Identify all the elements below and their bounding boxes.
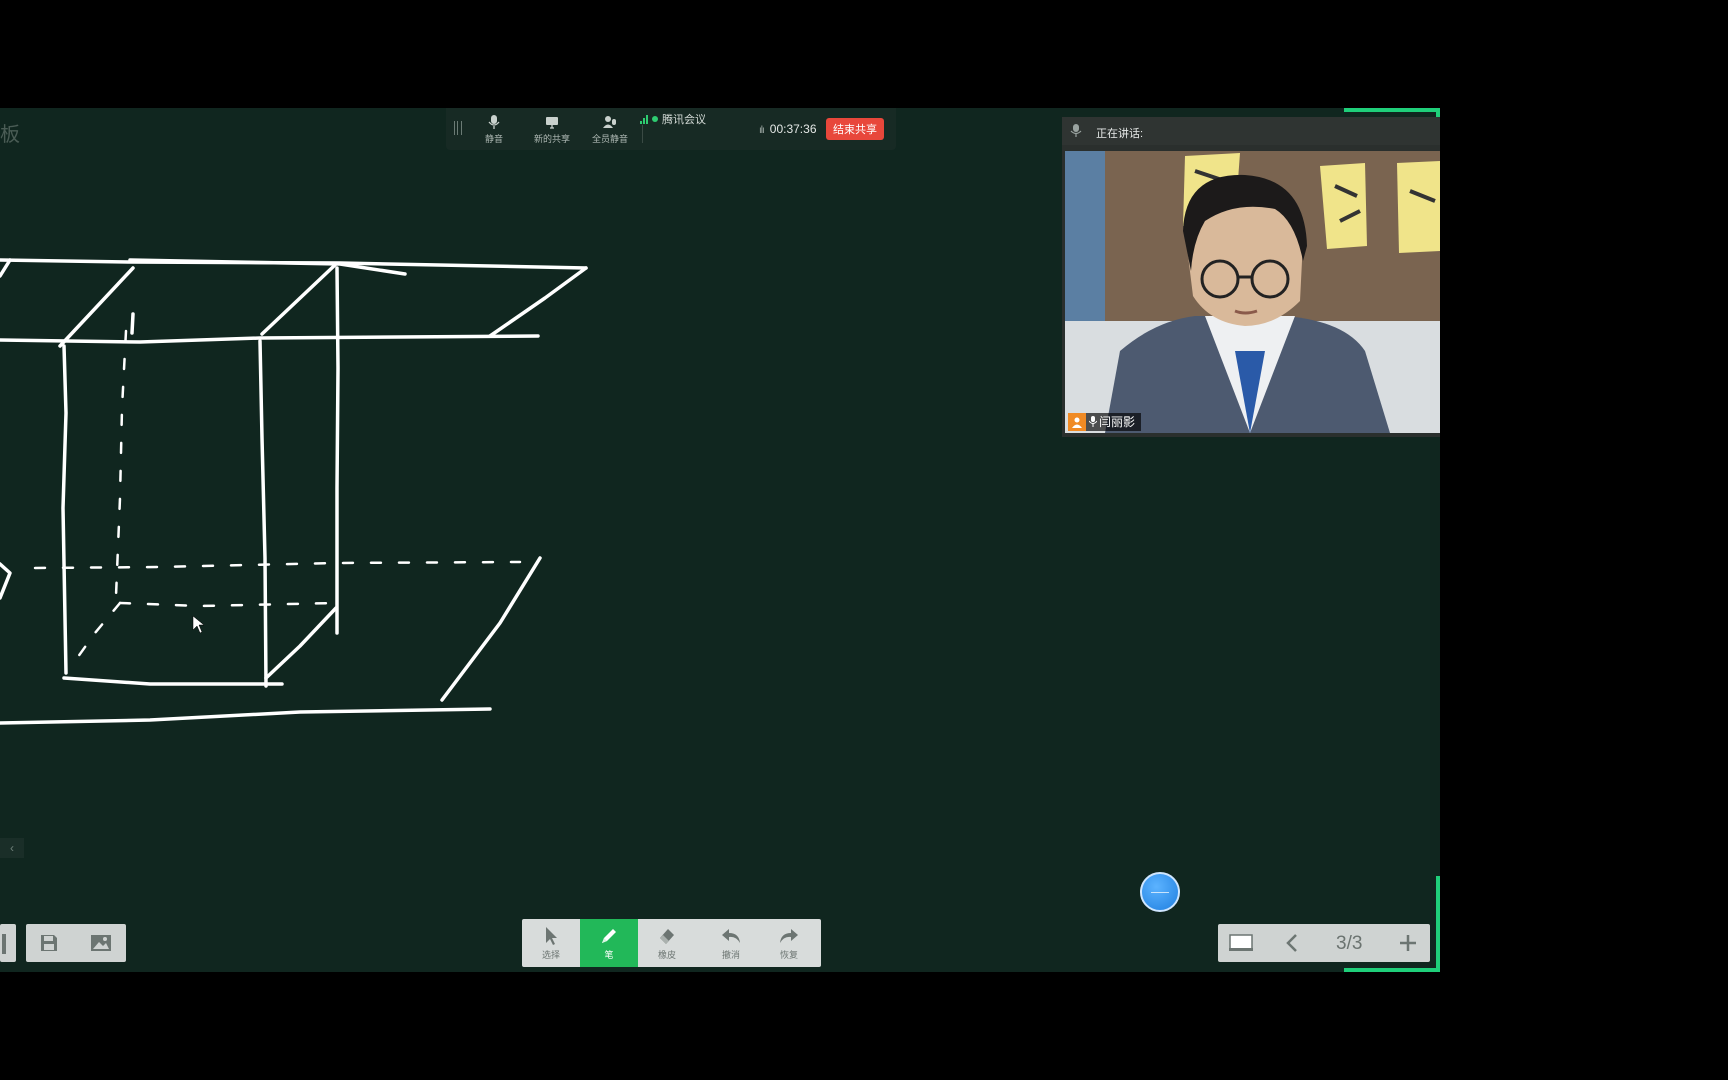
tool-redo[interactable]: 恢复 bbox=[760, 919, 818, 967]
tool-select[interactable]: 选择 bbox=[522, 919, 580, 967]
previous-page-button[interactable] bbox=[1272, 924, 1312, 962]
participant-name-tag: 闫丽影 bbox=[1068, 413, 1142, 431]
whiteboard-thumbnail-icon bbox=[1229, 934, 1253, 951]
mute-all-icon bbox=[603, 116, 616, 128]
timer-value: 00:37:36 bbox=[769, 122, 817, 136]
participant-name: 闫丽影 bbox=[1099, 415, 1136, 429]
floating-assistant-ball[interactable] bbox=[1140, 872, 1180, 912]
tool-undo[interactable]: 撤消 bbox=[702, 919, 760, 967]
mute-button[interactable]: 静音 bbox=[464, 114, 524, 145]
redo-icon bbox=[780, 929, 798, 943]
signal-icon bbox=[640, 115, 648, 124]
tool-redo-label: 恢复 bbox=[779, 950, 798, 960]
end-share-button[interactable]: 结束共享 bbox=[826, 118, 884, 140]
mute-all-label: 全员静音 bbox=[591, 134, 628, 144]
tool-pen[interactable]: 笔 bbox=[580, 919, 638, 967]
mute-all-button[interactable]: 全员静音 bbox=[580, 114, 640, 145]
plus-icon bbox=[1400, 935, 1416, 951]
menu-icon bbox=[2, 934, 6, 954]
tool-undo-label: 撤消 bbox=[721, 950, 740, 960]
status-dot-icon bbox=[652, 116, 658, 122]
page-indicator: 3/3 bbox=[1336, 933, 1363, 954]
speaking-bar: 正在讲话: bbox=[1062, 117, 1440, 145]
drawing-toolbar: 选择 笔 橡皮 撤消 恢复 bbox=[522, 919, 821, 967]
image-icon bbox=[91, 935, 111, 951]
share-border-accent bbox=[1344, 968, 1440, 972]
meeting-timer: ılı 00:37:36 bbox=[759, 122, 817, 136]
mute-label: 静音 bbox=[484, 134, 503, 144]
undo-icon bbox=[722, 929, 740, 943]
new-share-button[interactable]: 新的共享 bbox=[522, 114, 582, 145]
save-icon bbox=[41, 935, 57, 951]
new-share-label: 新的共享 bbox=[533, 134, 570, 144]
collapse-panel-button[interactable]: ‹ bbox=[0, 838, 24, 858]
meeting-status: 腾讯会议 bbox=[640, 111, 706, 127]
page-control: 3/3 bbox=[1218, 924, 1430, 962]
board-more-button[interactable] bbox=[0, 924, 16, 962]
pen-icon bbox=[602, 929, 616, 943]
drag-handle[interactable] bbox=[454, 121, 462, 135]
speaking-mic-icon bbox=[1070, 124, 1082, 137]
share-border-accent bbox=[1436, 876, 1440, 972]
tool-eraser[interactable]: 橡皮 bbox=[638, 919, 696, 967]
board-label-fragment: 板 bbox=[0, 124, 20, 146]
tool-eraser-label: 橡皮 bbox=[657, 950, 676, 960]
save-button[interactable] bbox=[26, 924, 76, 962]
tool-pen-label: 笔 bbox=[604, 950, 614, 960]
eraser-icon bbox=[660, 929, 674, 944]
user-avatar-icon bbox=[1068, 413, 1086, 431]
mic-status-icon bbox=[1089, 416, 1097, 427]
board-thumbnail-button[interactable] bbox=[1218, 924, 1264, 962]
cursor-icon bbox=[546, 927, 557, 945]
microphone-icon bbox=[488, 115, 500, 129]
participant-video[interactable]: 闫丽影 bbox=[1065, 151, 1440, 433]
volume-bars-icon: ılı bbox=[759, 125, 765, 136]
speaker-panel: 正在讲话: 闫丽影 bbox=[1062, 117, 1440, 437]
speaking-label: 正在讲话: bbox=[1096, 128, 1144, 140]
file-tools-group bbox=[26, 924, 126, 962]
share-toolbar: 静音 新的共享 全员静音 腾讯会议 ılı 00:37:36 结束共享 bbox=[446, 108, 896, 150]
chevron-left-icon bbox=[1286, 934, 1297, 952]
toolbar-divider bbox=[642, 125, 643, 143]
screen-share-icon bbox=[546, 117, 558, 129]
meeting-name: 腾讯会议 bbox=[662, 114, 706, 126]
insert-image-button[interactable] bbox=[76, 924, 126, 962]
tool-select-label: 选择 bbox=[541, 950, 560, 960]
add-page-button[interactable] bbox=[1388, 924, 1428, 962]
participant-video-image bbox=[1065, 151, 1440, 433]
share-border-accent bbox=[1344, 108, 1440, 112]
